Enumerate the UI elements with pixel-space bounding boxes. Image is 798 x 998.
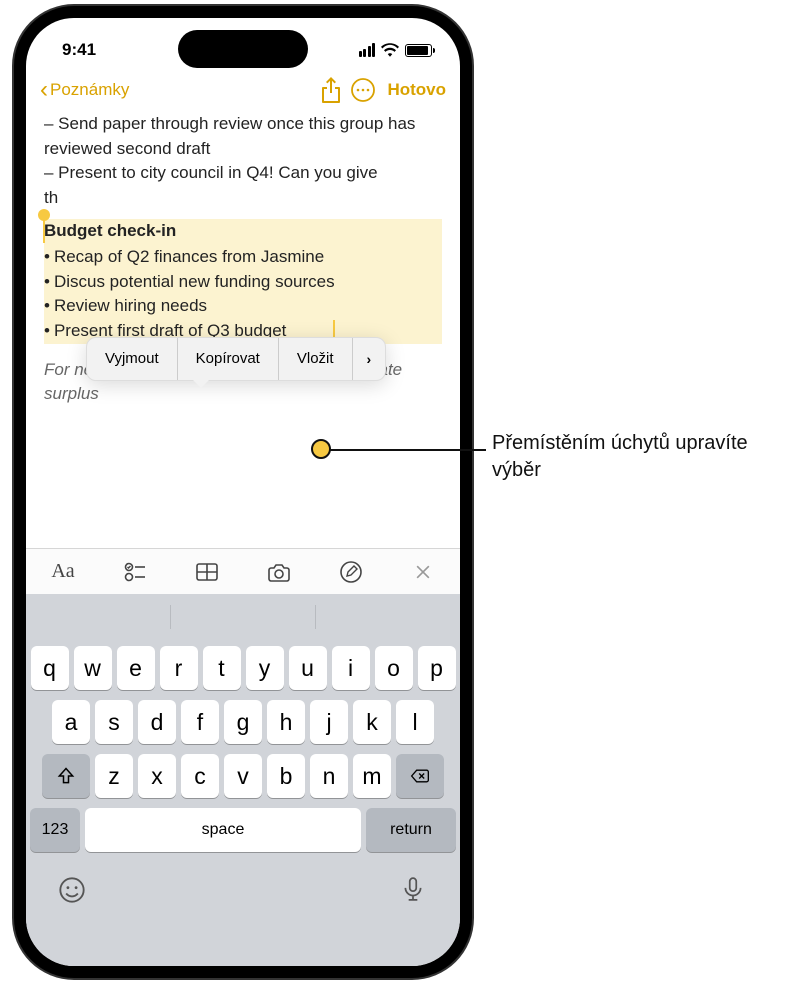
note-heading: Budget check-in <box>44 219 442 246</box>
dictation-button[interactable] <box>400 876 428 904</box>
numeric-key[interactable]: 123 <box>30 808 80 852</box>
status-time: 9:41 <box>62 40 96 60</box>
key-j[interactable]: j <box>310 700 348 744</box>
table-button[interactable] <box>194 559 220 585</box>
note-bullet: •Recap of Q2 finances from Jasmine <box>44 245 442 270</box>
more-button[interactable] <box>349 76 377 104</box>
key-e[interactable]: e <box>117 646 155 690</box>
markup-button[interactable] <box>338 559 364 585</box>
key-y[interactable]: y <box>246 646 284 690</box>
phone-screen: 9:41 ‹ Poznámky Hotovo <box>26 18 460 966</box>
key-z[interactable]: z <box>95 754 133 798</box>
camera-button[interactable] <box>266 559 292 585</box>
checklist-button[interactable] <box>122 559 148 585</box>
nav-bar: ‹ Poznámky Hotovo <box>26 68 460 112</box>
key-n[interactable]: n <box>310 754 348 798</box>
callout-text: Přemístěním úchytů upravíte výběr <box>492 430 782 484</box>
key-l[interactable]: l <box>396 700 434 744</box>
back-label: Poznámky <box>50 80 129 100</box>
key-b[interactable]: b <box>267 754 305 798</box>
key-k[interactable]: k <box>353 700 391 744</box>
key-a[interactable]: a <box>52 700 90 744</box>
suggestion-slot[interactable] <box>26 605 171 629</box>
key-c[interactable]: c <box>181 754 219 798</box>
paste-button[interactable]: Vložit <box>279 338 353 380</box>
chevron-left-icon: ‹ <box>40 76 48 104</box>
dynamic-island <box>178 30 308 68</box>
suggestion-bar <box>26 594 460 640</box>
selected-text-block[interactable]: Budget check-in •Recap of Q2 finances fr… <box>44 219 442 344</box>
suggestion-slot[interactable] <box>171 605 316 629</box>
suggestion-slot[interactable] <box>316 605 460 629</box>
key-v[interactable]: v <box>224 754 262 798</box>
note-line: – Send paper through review once this gr… <box>44 112 442 161</box>
text-format-button[interactable]: Aa <box>50 559 76 585</box>
key-t[interactable]: t <box>203 646 241 690</box>
return-key[interactable]: return <box>366 808 456 852</box>
note-bullet: •Discus potential new funding sources <box>44 270 442 295</box>
format-toolbar: Aa <box>26 548 460 594</box>
wifi-icon <box>381 43 399 57</box>
context-more-button[interactable]: › <box>353 351 386 367</box>
key-g[interactable]: g <box>224 700 262 744</box>
back-button[interactable]: ‹ Poznámky <box>40 76 129 104</box>
key-i[interactable]: i <box>332 646 370 690</box>
cut-button[interactable]: Vyjmout <box>87 338 178 380</box>
backspace-key[interactable] <box>396 754 444 798</box>
key-d[interactable]: d <box>138 700 176 744</box>
key-x[interactable]: x <box>138 754 176 798</box>
share-button[interactable] <box>317 76 345 104</box>
key-q[interactable]: q <box>31 646 69 690</box>
emoji-button[interactable] <box>58 876 86 904</box>
callout-line <box>330 449 486 451</box>
keyboard: qwertyuiop asdfghjkl zxcvbnm 123 space r… <box>26 640 460 966</box>
key-r[interactable]: r <box>160 646 198 690</box>
key-h[interactable]: h <box>267 700 305 744</box>
kb-row-2: asdfghjkl <box>30 700 456 744</box>
key-m[interactable]: m <box>353 754 391 798</box>
key-o[interactable]: o <box>375 646 413 690</box>
key-f[interactable]: f <box>181 700 219 744</box>
key-p[interactable]: p <box>418 646 456 690</box>
space-key[interactable]: space <box>85 808 361 852</box>
context-menu: Vyjmout Kopírovat Vložit › <box>86 337 386 381</box>
shift-key[interactable] <box>42 754 90 798</box>
note-bullet: •Review hiring needs <box>44 294 442 319</box>
key-s[interactable]: s <box>95 700 133 744</box>
done-button[interactable]: Hotovo <box>387 80 446 100</box>
cellular-icon <box>359 43 376 57</box>
note-line: – Present to city council in Q4! Can you… <box>44 161 442 186</box>
callout-dot <box>311 439 331 459</box>
kb-row-1: qwertyuiop <box>30 646 456 690</box>
note-line: th <box>44 186 442 211</box>
kb-row-3: zxcvbnm <box>30 754 456 798</box>
kb-row-4: 123 space return <box>30 808 456 852</box>
phone-frame: 9:41 ‹ Poznámky Hotovo <box>14 6 472 978</box>
copy-button[interactable]: Kopírovat <box>178 338 279 380</box>
battery-icon <box>405 44 432 57</box>
key-u[interactable]: u <box>289 646 327 690</box>
close-toolbar-button[interactable] <box>410 559 436 585</box>
key-w[interactable]: w <box>74 646 112 690</box>
